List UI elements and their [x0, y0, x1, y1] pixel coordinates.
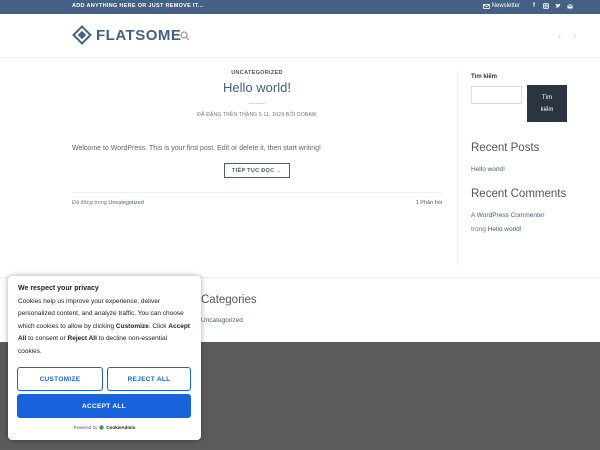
cookie-body-3: to consent or: [26, 335, 68, 343]
read-more-button[interactable]: TIẾP TỤC ĐỌC →: [224, 163, 290, 178]
comment-on-label: trong: [471, 226, 486, 233]
instagram-icon[interactable]: [542, 2, 550, 10]
post-category[interactable]: UNCATEGORIZED: [72, 70, 442, 76]
categories-heading: Categories: [201, 294, 257, 306]
cookie-body-2: . Click: [148, 322, 169, 330]
recent-comments-heading: Recent Comments: [471, 188, 567, 200]
accept-all-button[interactable]: ACCEPT ALL: [17, 394, 191, 418]
next-arrow-icon[interactable]: ›: [573, 31, 576, 41]
logo-text: FLATSOME: [96, 26, 182, 44]
twitter-icon[interactable]: [554, 2, 562, 10]
comments-link[interactable]: 1 Phản hồi: [416, 200, 442, 206]
cookie-consent-banner: We respect your privacy Cookies help us …: [8, 276, 201, 440]
reject-all-button[interactable]: REJECT ALL: [107, 367, 191, 391]
recent-comment-entry: trong Hello world!: [471, 226, 522, 233]
powered-by-brand[interactable]: CookieAdmin: [106, 425, 135, 430]
logo-icon: [72, 25, 92, 45]
site-header: FLATSOME ‹ ›: [0, 14, 600, 58]
post-excerpt: Welcome to WordPress. This is your first…: [72, 145, 321, 152]
sidebar-search-input[interactable]: [471, 86, 522, 104]
cookieadmin-logo-icon: [99, 425, 105, 430]
prev-arrow-icon[interactable]: ‹: [558, 31, 561, 41]
cookie-title: We respect your privacy: [18, 285, 99, 292]
facebook-icon[interactable]: f: [530, 2, 538, 10]
powered-by-label: Powered by: [73, 425, 98, 430]
topbar-promo-text: ADD ANYTHING HERE OR JUST REMOVE IT...: [72, 3, 204, 9]
customize-button[interactable]: CUSTOMIZE: [17, 367, 103, 391]
post-footer: Đã đăng trong Uncategorized 1 Phản hồi: [72, 192, 442, 206]
powered-by: Powered by CookieAdmin: [8, 425, 201, 430]
search-icon[interactable]: [180, 31, 190, 41]
recent-posts-heading: Recent Posts: [471, 142, 540, 154]
newsletter-link[interactable]: Newsletter: [482, 3, 520, 9]
top-bar: ADD ANYTHING HERE OR JUST REMOVE IT... N…: [0, 0, 600, 14]
newsletter-label: Newsletter: [491, 3, 520, 9]
site-logo[interactable]: FLATSOME: [72, 25, 181, 45]
posted-in-category-link[interactable]: Uncategorized: [108, 200, 143, 206]
comment-post-link[interactable]: Hello world!: [488, 226, 522, 233]
email-icon[interactable]: [566, 2, 574, 10]
search-button-line-2: kiếm: [540, 106, 554, 113]
topbar-right: Newsletter f: [482, 2, 574, 10]
cookie-body-customize: Customize: [115, 322, 149, 330]
title-divider: [249, 103, 265, 104]
sidebar-search-button[interactable]: Tìm kiếm: [527, 85, 567, 122]
envelope-icon: [482, 3, 490, 9]
post-navigation: ‹ ›: [558, 31, 576, 41]
posted-in-label: Đã đăng trong: [72, 200, 107, 206]
cookie-description: Cookies help us improve your experience,…: [18, 296, 190, 358]
sidebar-divider: [457, 70, 458, 265]
recent-post-link[interactable]: Hello world!: [471, 166, 505, 173]
post-meta: ĐĂ ĐĂNG TRÊN THÁNG 5 11, 2024 BỞI DOBAW: [197, 112, 317, 118]
search-button-line-1: Tìm: [541, 94, 553, 101]
comment-author-link[interactable]: A WordPress Commenter: [471, 212, 545, 219]
post-title[interactable]: Hello world!: [72, 80, 442, 95]
category-link[interactable]: Uncategorized: [201, 317, 243, 324]
sidebar-search-label: Tìm kiếm: [471, 74, 498, 80]
cookie-body-reject: Reject All: [67, 335, 97, 343]
